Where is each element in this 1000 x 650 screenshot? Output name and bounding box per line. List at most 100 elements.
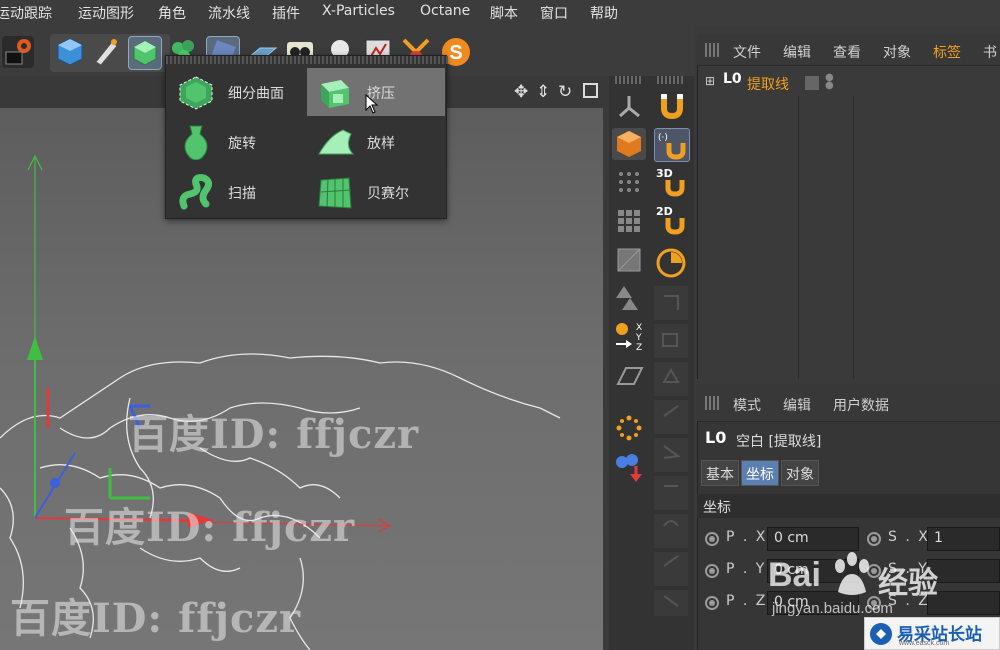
quantize-button[interactable] — [654, 246, 688, 278]
menu-item-character[interactable]: 角色 — [158, 3, 186, 23]
menu-view[interactable]: 查看 — [833, 42, 861, 62]
svg-text:Z: Z — [636, 343, 642, 353]
generator-popup-menu: 细分曲面 挤压 旋转 放样 扫描 贝赛尔 — [165, 55, 448, 219]
menu-item-plugins[interactable]: 插件 — [272, 3, 300, 23]
magnet-button[interactable] — [654, 90, 688, 122]
generator-button[interactable] — [128, 36, 162, 70]
sx-label: S . X — [888, 529, 930, 545]
py-label: P . Y — [726, 561, 767, 577]
tab-object[interactable]: 对象 — [781, 460, 819, 486]
baidu-jingyan-watermark: Bai 经验 jingyan.baidu.com — [768, 548, 948, 620]
tab-coordinates[interactable]: 坐标 — [741, 460, 779, 486]
enable-axis-button[interactable] — [612, 450, 646, 482]
attribute-object-label: 空白 [提取线] — [736, 434, 822, 450]
snap-3d-button[interactable]: 3D — [654, 166, 688, 198]
popup-item-bezier[interactable]: 贝赛尔 — [307, 168, 445, 216]
pz-label: P . Z — [726, 593, 768, 609]
render-settings-button[interactable] — [2, 36, 34, 68]
px-animate-radio[interactable] — [705, 532, 719, 546]
object-row[interactable]: ⊞ L0 提取线 ● ● — [697, 68, 855, 98]
attribute-menubar: 模式 编辑 用户数据 — [697, 384, 1000, 422]
menu-item-xparticles[interactable]: X-Particles — [322, 3, 395, 19]
svg-text:Y: Y — [635, 333, 642, 343]
baidu-id-watermark: 百度ID: ffjczr — [64, 504, 356, 551]
cube-button[interactable] — [54, 36, 86, 68]
points-grid-icon — [619, 172, 639, 192]
model-mode-button[interactable] — [612, 90, 646, 122]
menu-bar: 运动跟踪 运动图形 角色 流水线 插件 X-Particles Octane 脚… — [0, 0, 1000, 26]
popup-item-sweep[interactable]: 扫描 — [168, 168, 306, 216]
baidu-id-watermark: 百度ID: ffjczr — [128, 411, 420, 458]
strip-grip[interactable] — [657, 76, 685, 84]
panel-grip-icon[interactable] — [705, 43, 721, 57]
menu-edit[interactable]: 编辑 — [783, 395, 811, 415]
section-header: 坐标 — [697, 494, 1000, 518]
snap-button[interactable] — [612, 412, 646, 444]
xyz-axis-icon: XYZ — [616, 323, 642, 353]
polygons-mode-button[interactable] — [612, 244, 646, 276]
gizmo-y-handle — [27, 336, 43, 360]
popup-item-lathe[interactable]: 旋转 — [168, 118, 306, 166]
menu-item-mograph[interactable]: 运动图形 — [78, 3, 134, 23]
extrude-icon — [321, 80, 349, 108]
popup-grip[interactable] — [166, 56, 448, 64]
site-logo-icon — [870, 623, 892, 645]
render-gear-icon — [5, 39, 31, 65]
snap-3d-icon: 3D — [656, 167, 685, 197]
viewport-move-icon[interactable]: ✥ — [514, 82, 528, 102]
workplane-icon — [616, 367, 644, 385]
menu-item-help[interactable]: 帮助 — [590, 3, 618, 23]
menu-mode[interactable]: 模式 — [733, 395, 761, 415]
pen-button[interactable] — [90, 36, 122, 68]
menu-item-motion-tracking[interactable]: 运动跟踪 — [0, 3, 52, 23]
tool-strip: (·) 3D 2D — [649, 76, 694, 650]
visibility-dots-icon[interactable]: ● ● — [825, 73, 834, 91]
baidu-paw-icon — [835, 552, 869, 595]
menu-object[interactable]: 对象 — [883, 42, 911, 62]
menu-item-octane[interactable]: Octane — [420, 3, 470, 19]
panel-grip-icon[interactable] — [705, 396, 721, 410]
site-logo-watermark: 易采站长站 www.easck.com — [864, 617, 1000, 650]
null-object-icon: L0 — [705, 428, 727, 447]
svg-text:3D: 3D — [656, 167, 673, 180]
tab-basic[interactable]: 基本 — [701, 460, 739, 486]
strip-grip[interactable] — [615, 76, 643, 84]
expand-icon[interactable]: ⊞ — [705, 74, 715, 88]
edges-mode-button[interactable] — [612, 204, 646, 236]
svg-text:X: X — [636, 323, 642, 333]
gizmo-z-handle — [50, 478, 60, 488]
popup-item-subdivision-surface[interactable]: 细分曲面 — [168, 68, 306, 116]
menu-edit[interactable]: 编辑 — [783, 42, 811, 62]
snap-2d-button[interactable]: 2D — [654, 204, 688, 236]
viewport-maximize-icon[interactable] — [583, 83, 598, 98]
pz-animate-radio[interactable] — [705, 596, 719, 610]
edges-grid-icon — [618, 210, 640, 232]
svg-text:S: S — [449, 42, 462, 64]
points-mode-button[interactable] — [612, 166, 646, 198]
viewport-zoom-icon[interactable]: ⇕ — [536, 82, 550, 102]
menu-item-window[interactable]: 窗口 — [540, 3, 568, 23]
object-mode-button[interactable] — [612, 128, 646, 160]
viewport-rotate-icon[interactable]: ↻ — [558, 82, 572, 102]
snap-magnet-button[interactable]: (·) — [654, 128, 690, 162]
popup-item-loft[interactable]: 放样 — [307, 118, 445, 166]
menu-file[interactable]: 文件 — [733, 42, 761, 62]
sx-animate-radio[interactable] — [867, 532, 881, 546]
workplane-button[interactable] — [612, 360, 646, 392]
disabled-tool-icons — [662, 295, 681, 607]
menu-item-pipeline[interactable]: 流水线 — [208, 3, 250, 23]
menu-item-script[interactable]: 脚本 — [490, 3, 518, 23]
axis-mode-button[interactable]: XYZ — [612, 320, 646, 353]
popup-item-extrude[interactable]: 挤压 — [307, 68, 445, 116]
menu-user-data[interactable]: 用户数据 — [833, 395, 889, 415]
py-animate-radio[interactable] — [705, 564, 719, 578]
disabled-tools-column — [654, 286, 688, 616]
svg-text:2D: 2D — [656, 205, 673, 218]
menu-tags[interactable]: 标签 — [933, 42, 961, 62]
uv-mode-button[interactable] — [612, 282, 646, 314]
visibility-toggle-icon[interactable] — [805, 76, 819, 90]
green-cube-icon — [133, 40, 157, 66]
mode-toolbar: XYZ — [609, 76, 649, 650]
object-name[interactable]: 提取线 — [747, 74, 789, 94]
menu-bookmarks[interactable]: 书 — [983, 42, 997, 62]
